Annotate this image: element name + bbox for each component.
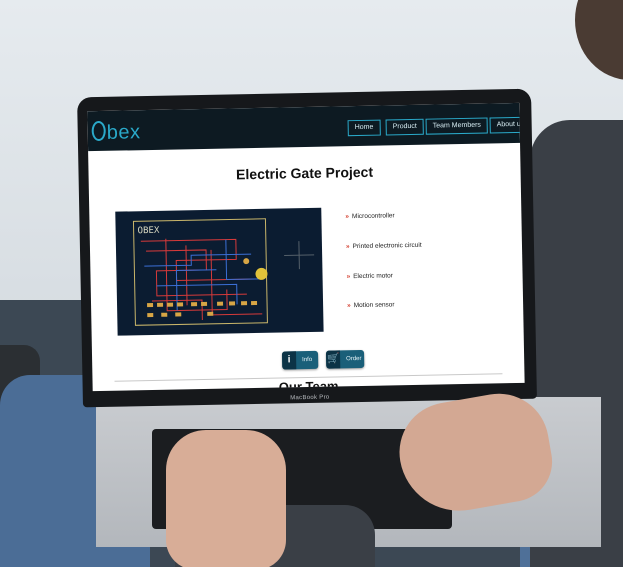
pcb-drawing: OBEX	[132, 218, 315, 326]
info-icon: i	[281, 351, 297, 370]
site-logo[interactable]: bex	[91, 120, 141, 145]
feature-item: » Microcontroller	[345, 212, 395, 221]
laptop-lid: bex Home Product Team Members About u El…	[77, 88, 537, 408]
chevron-right-icon: »	[345, 213, 350, 221]
person-hair	[575, 0, 623, 80]
site-navbar: bex Home Product Team Members About u	[87, 102, 525, 152]
photo-scene: bex Home Product Team Members About u El…	[0, 0, 623, 567]
logo-text: bex	[106, 121, 141, 144]
order-button[interactable]: 🛒 Order	[325, 349, 365, 369]
pcb-label: OBEX	[138, 226, 160, 236]
logo-o-icon	[91, 120, 106, 142]
info-button-label: Info	[302, 356, 313, 364]
page-title: Electric Gate Project	[235, 163, 374, 183]
nav-team-members[interactable]: Team Members	[425, 117, 489, 135]
nav-home[interactable]: Home	[347, 119, 381, 137]
left-hand	[166, 430, 286, 567]
cart-icon: 🛒	[325, 350, 341, 369]
nav-about[interactable]: About u	[489, 116, 525, 134]
feature-item: » Electric motor	[346, 272, 393, 281]
chevron-right-icon: »	[347, 302, 351, 310]
order-button-label: Order	[346, 355, 362, 363]
info-button[interactable]: i Info	[281, 350, 319, 370]
laptop-screen: bex Home Product Team Members About u El…	[87, 102, 525, 392]
chevron-right-icon: »	[345, 243, 350, 251]
pcb-image: OBEX	[115, 207, 324, 336]
feature-item: » Printed electronic circuit	[345, 241, 422, 251]
feature-item: » Motion sensor	[347, 301, 395, 310]
chevron-right-icon: »	[346, 273, 351, 281]
nav-product[interactable]: Product	[385, 118, 424, 136]
